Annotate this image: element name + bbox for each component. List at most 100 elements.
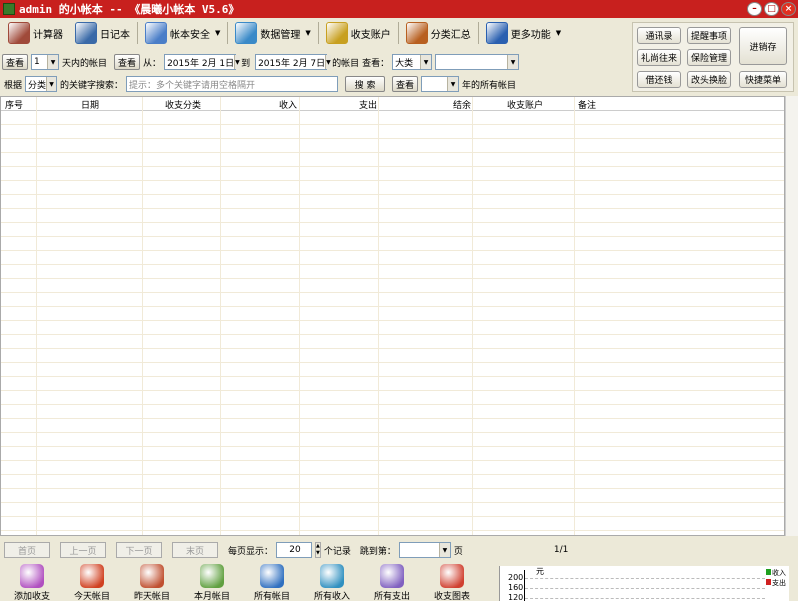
field-select[interactable]: 分类 ▼ [25, 76, 58, 92]
toolbar-button[interactable]: 收支账户 [320, 20, 397, 46]
col-account[interactable]: 收支账户 [507, 98, 543, 111]
bottom-shortcut-label: 本月帐目 [193, 592, 230, 601]
category-select[interactable]: 大类 ▼ [392, 54, 433, 70]
to-date-picker[interactable]: 2015年 2月 7日 ▼ [255, 54, 331, 70]
per-page-input[interactable]: 20 [276, 542, 313, 558]
col-note[interactable]: 备注 [578, 98, 596, 111]
next-page-button[interactable]: 下一页 [116, 542, 162, 558]
chevron-down-icon: ▼ [46, 77, 57, 91]
toolbar-button[interactable]: 帐本安全 ▼ [139, 20, 226, 46]
view-range-button[interactable]: 查看 [114, 54, 141, 70]
window-title: admin 的小帐本 -- 《晨曦小帐本 V5.6》 [19, 3, 240, 16]
last-page-button[interactable]: 末页 [172, 542, 218, 558]
legend-income: 收入 [766, 568, 786, 578]
records-table[interactable]: 序号 日期 收支分类 收入 支出 结余 收支账户 备注 [0, 96, 785, 536]
pagination-bar: 首页 上一页 下一页 末页 每页显示： 20 ▲ ▼ 个记录 跳到第： ▼ 页 1… [4, 541, 568, 559]
bottom-shortcut[interactable]: 今天帐目 [64, 564, 120, 601]
year-select[interactable]: ▼ [421, 76, 460, 92]
security-icon [145, 22, 167, 44]
chart-icon [440, 564, 464, 588]
col-date[interactable]: 日期 [81, 98, 99, 111]
bottom-shortcut[interactable]: 收支图表 [424, 564, 480, 601]
bottom-shortcut-label: 今天帐目 [73, 592, 110, 601]
per-page-label: 每页显示： [228, 546, 274, 557]
days-value: 1 [34, 57, 40, 67]
shortcut-menu-button[interactable]: 快捷菜单 [739, 71, 787, 88]
bottom-shortcut[interactable]: 本月帐目 [184, 564, 240, 601]
from-date-picker[interactable]: 2015年 2月 1日 ▼ [164, 54, 240, 70]
toolbar-button[interactable]: 分类汇总 [400, 20, 477, 46]
quick-panel: 通讯录 提醒事项 礼尚往来 保险管理 借还钱 改头换脸 快捷菜单 进销存 [632, 22, 794, 92]
bottom-shortcut-label: 所有支出 [373, 592, 410, 601]
column-divider [142, 97, 143, 535]
view-year-button[interactable]: 查看 [392, 76, 419, 92]
col-expense[interactable]: 支出 [359, 98, 377, 111]
view-days-button[interactable]: 查看 [2, 54, 29, 70]
jump-label: 跳到第： [359, 546, 396, 557]
chevron-down-icon: ▼ [507, 55, 519, 69]
reminders-button[interactable]: 提醒事项 [687, 27, 731, 44]
loans-button[interactable]: 借还钱 [637, 71, 681, 88]
per-page-spinner[interactable]: ▲ ▼ [315, 542, 321, 558]
col-balance[interactable]: 结余 [453, 98, 471, 111]
bottom-shortcut[interactable]: 所有收入 [304, 564, 360, 601]
col-index[interactable]: 序号 [5, 98, 23, 111]
days-label: 天内的帐目 [62, 58, 108, 69]
toolbar-separator [477, 22, 479, 44]
first-page-button[interactable]: 首页 [4, 542, 50, 558]
toolbar-button[interactable]: 计算器 [2, 20, 69, 46]
toolbar-button-label: 更多功能 [510, 29, 551, 41]
y-tick-label: 160 [508, 583, 524, 592]
chevron-down-icon: ▼ [215, 29, 221, 37]
insurance-button[interactable]: 保险管理 [687, 49, 731, 66]
chart-gridline [525, 578, 765, 579]
chevron-down-icon: ▼ [447, 77, 459, 91]
days-select[interactable]: 1 ▼ [31, 54, 60, 70]
window-controls: – □ × [747, 2, 796, 16]
bottom-shortcut[interactable]: 添加收支 [4, 564, 60, 601]
toolbar-separator [397, 22, 399, 44]
bottom-shortcut[interactable]: 所有支出 [364, 564, 420, 601]
close-icon[interactable]: × [781, 2, 796, 16]
toolbar-button[interactable]: 数据管理 ▼ [229, 20, 316, 46]
maximize-icon[interactable]: □ [764, 2, 779, 16]
view-label: 查看： [362, 58, 390, 69]
col-category[interactable]: 收支分类 [165, 98, 201, 111]
contacts-button[interactable]: 通讯录 [637, 27, 681, 44]
minimize-icon[interactable]: – [747, 2, 762, 16]
year-label: 年的所有帐目 [462, 80, 517, 91]
inventory-button[interactable]: 进销存 [739, 27, 787, 65]
col-income[interactable]: 收入 [279, 98, 297, 111]
bottom-shortcut-label: 收支图表 [433, 592, 470, 601]
notebook-icon [75, 22, 97, 44]
search-button[interactable]: 搜 索 [345, 76, 386, 92]
bottom-shortcut[interactable]: 昨天帐目 [124, 564, 180, 601]
bottom-shortcut-label: 所有帐目 [253, 592, 290, 601]
toolbar-button[interactable]: 更多功能 ▼ [480, 20, 567, 46]
legend-swatch [766, 579, 771, 585]
account-icon [325, 22, 348, 44]
skin-button[interactable]: 改头换脸 [687, 71, 731, 88]
chevron-down-icon: ▼ [438, 543, 450, 557]
filter-row-days: 查看 1 ▼ 天内的帐目 查看 从： 2015年 2月 1日 ▼ 到 2015年 2… [2, 53, 520, 71]
by-label: 根据 [4, 80, 23, 91]
from-date-value: 2015年 2月 1日 [167, 58, 235, 69]
chart-gridline [525, 598, 765, 599]
prev-page-button[interactable]: 上一页 [60, 542, 106, 558]
keyword-search-input[interactable]: 提示：多个关键字请用空格隔开 [126, 76, 339, 92]
toolbar-button-label: 计算器 [33, 29, 63, 41]
column-divider [574, 97, 575, 535]
table-scrollbar[interactable] [785, 96, 798, 536]
filter-row-search: 根据 分类 ▼ 的关键字搜索： 提示：多个关键字请用空格隔开 搜 索 查看 ▼ 年… [2, 75, 516, 93]
from-label: 从： [143, 58, 162, 69]
column-divider [220, 97, 221, 535]
subcategory-select[interactable]: ▼ [435, 54, 520, 70]
gifts-button[interactable]: 礼尚往来 [637, 49, 681, 66]
toolbar-button[interactable]: 日记本 [69, 20, 136, 46]
calculator-icon [8, 22, 30, 44]
chart-gridline [525, 588, 765, 589]
to-label: 到 [241, 58, 251, 69]
jump-page-select[interactable]: ▼ [398, 542, 451, 558]
column-divider [299, 97, 300, 535]
bottom-shortcut[interactable]: 所有帐目 [244, 564, 300, 601]
